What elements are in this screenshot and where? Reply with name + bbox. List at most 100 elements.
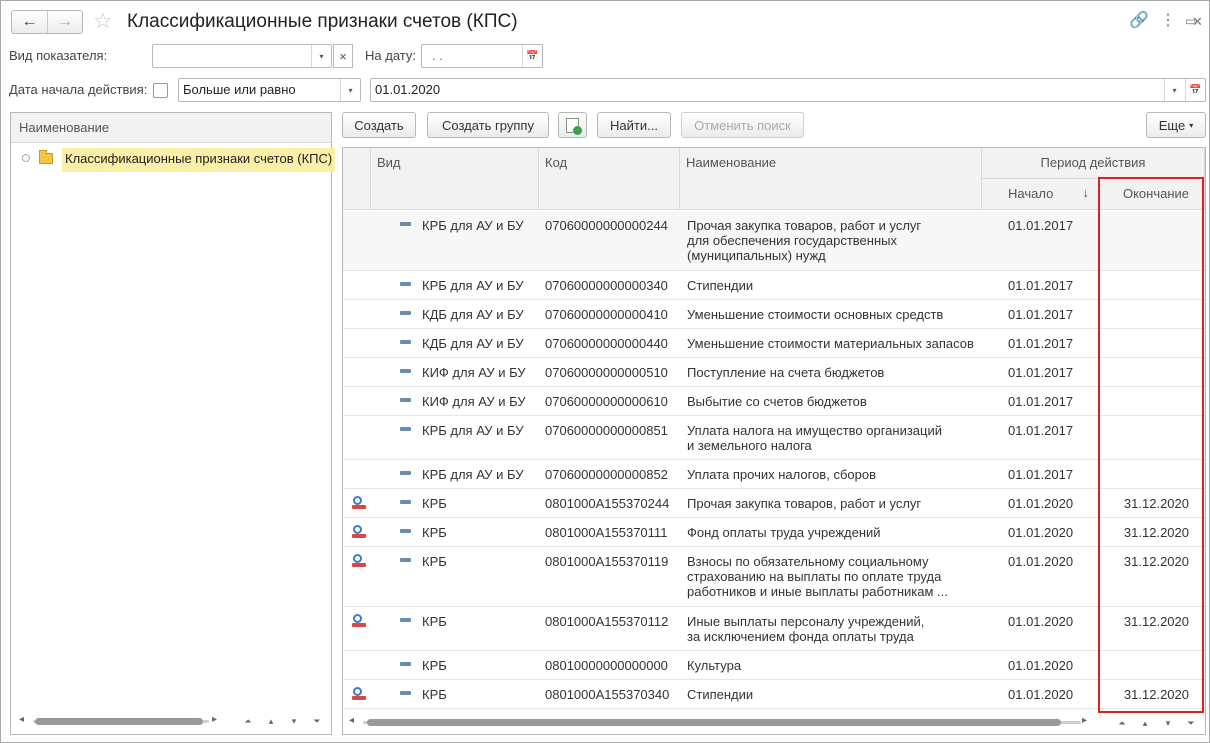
cell-kind: КРБ [422, 525, 447, 540]
scroll-left-icon[interactable]: ◂ [349, 715, 354, 726]
tree-node-radio-icon [22, 154, 30, 162]
cell-name: работников и иные выплаты работникам ... [687, 584, 948, 599]
scroll-down-button[interactable]: ▾ [283, 712, 305, 730]
column-header-name[interactable]: Наименование [680, 148, 982, 210]
condition-select[interactable]: Больше или равно ▾ [178, 78, 361, 102]
scroll-first-button[interactable]: ⏶ [1111, 714, 1133, 732]
scroll-left-icon[interactable]: ◂ [19, 714, 24, 725]
scroll-up-button[interactable]: ▴ [1134, 714, 1156, 732]
cell-kind: КРБ [422, 687, 447, 702]
calendar-icon[interactable]: 📅 [1185, 79, 1205, 101]
nav-button-group: ← → [11, 10, 83, 34]
scroll-first-icon: ⏶ [1118, 717, 1126, 728]
copy-doc-icon [566, 117, 582, 135]
left-horizontal-scrollbar[interactable]: ◂ ▸ [19, 713, 229, 729]
indicator-type-label: Вид показателя: [9, 48, 108, 63]
table-row[interactable]: КРБ 0801000А155370340 Стипендии 01.01.2020 3… [343, 680, 1205, 709]
scroll-down-button[interactable]: ▾ [1157, 714, 1179, 732]
scroll-right-icon[interactable]: ▸ [1082, 715, 1087, 726]
column-header-kind[interactable]: Вид [371, 148, 539, 210]
cancel-search-button[interactable]: Отменить поиск [681, 112, 804, 138]
cell-name: Стипендии [687, 687, 754, 702]
table-row[interactable]: КРБ для АУ и БУ 07060000000000340 Стипенди… [343, 271, 1205, 300]
scroll-thumb[interactable] [35, 718, 203, 725]
cell-code: 07060000000000852 [545, 467, 668, 482]
cell-name: Уплата прочих налогов, сборов [687, 467, 876, 482]
table-row[interactable]: КДБ для АУ и БУ 07060000000000440 Уменьшен… [343, 329, 1205, 358]
cell-start: 01.01.2020 [1008, 525, 1074, 540]
more-menu-icon[interactable]: ⋮ [1160, 11, 1176, 31]
scroll-down-icon: ▾ [1165, 717, 1171, 728]
favorite-star-icon[interactable]: ☆ [93, 9, 113, 33]
column-header-code[interactable]: Код [539, 148, 680, 210]
table-row[interactable]: КРБ 0801000А155370112 Иные выплаты персона… [343, 607, 1205, 651]
table-row[interactable]: КРБ для АУ и БУ 07060000000000851 Уплата н… [343, 416, 1205, 460]
table-row[interactable]: КИФ для АУ и БУ 07060000000000610 Выбытие … [343, 387, 1205, 416]
tree-item[interactable]: Классификационные признаки счетов (КПС) [11, 144, 336, 174]
element-marker-icon [400, 558, 411, 562]
cell-kind: КРБ для АУ и БУ [422, 218, 524, 233]
table-row[interactable]: КРБ 0801000А155370111 Фонд оплаты труда уч… [343, 518, 1205, 547]
chevron-down-icon[interactable]: ▾ [311, 45, 331, 67]
scroll-first-button[interactable]: ⏶ [237, 712, 259, 730]
cell-name: Иные выплаты персоналу учреждений, [687, 614, 925, 629]
table-horizontal-scrollbar[interactable]: ◂ ▸ [349, 714, 1094, 730]
cell-name: Поступление на счета бюджетов [687, 365, 885, 380]
cell-start: 01.01.2017 [1008, 218, 1074, 233]
link-icon[interactable]: 🔗 [1129, 11, 1149, 31]
start-date-label: Дата начала действия: [9, 82, 148, 97]
on-date-input[interactable]: . . 📅 [421, 44, 543, 68]
create-group-button[interactable]: Создать группу [427, 112, 549, 138]
scroll-thumb[interactable] [367, 719, 1061, 726]
calendar-icon[interactable]: 📅 [522, 45, 542, 67]
chevron-down-icon[interactable]: ▾ [340, 79, 360, 101]
cell-name: для обеспечения государственных [687, 233, 897, 248]
table-row[interactable]: КДБ для АУ и БУ 07060000000000410 Уменьшен… [343, 300, 1205, 329]
cell-name: Выбытие со счетов бюджетов [687, 394, 867, 409]
chevron-down-icon[interactable]: ▾ [1164, 79, 1184, 101]
clear-indicator-button[interactable]: × [333, 44, 353, 68]
start-date-checkbox[interactable] [153, 83, 168, 98]
scroll-up-button[interactable]: ▴ [260, 712, 282, 730]
start-date-input[interactable]: 01.01.2020 ▾ 📅 [370, 78, 1206, 102]
cell-start: 01.01.2017 [1008, 365, 1074, 380]
start-date-value: 01.01.2020 [375, 82, 441, 97]
cell-name: (муниципальных) нужд [687, 248, 826, 263]
forward-button[interactable]: → [46, 11, 82, 33]
indicator-type-select[interactable]: ▾ [152, 44, 332, 68]
cell-kind: КРБ [422, 496, 447, 511]
cell-kind: КИФ для АУ и БУ [422, 365, 526, 380]
table-row[interactable]: КРБ для АУ и БУ 07060000000000244 Прочая з… [343, 211, 1205, 271]
cell-start: 01.01.2017 [1008, 423, 1074, 438]
column-header-start-label: Начало [1008, 186, 1054, 201]
column-header-icon [343, 148, 371, 210]
cell-start: 01.01.2020 [1008, 658, 1074, 673]
column-header-start[interactable]: Начало ↓ [982, 179, 1100, 210]
sort-descending-icon: ↓ [1082, 185, 1090, 200]
table-row[interactable]: КИФ для АУ и БУ 07060000000000510 Поступле… [343, 358, 1205, 387]
cell-code: 07060000000000510 [545, 365, 668, 380]
cell-code: 0801000А155370340 [545, 687, 670, 702]
on-date-value: . . [432, 48, 443, 63]
condition-value: Больше или равно [183, 82, 296, 97]
scroll-last-button[interactable]: ⏷ [1180, 714, 1202, 732]
table-row[interactable]: КРБ 08010000000000000 Культура 01.01.2020 [343, 651, 1205, 680]
more-button[interactable]: Еще ▾ [1146, 112, 1206, 138]
on-date-label: На дату: [365, 48, 416, 63]
cell-start: 01.01.2020 [1008, 496, 1074, 511]
table-row[interactable]: КРБ 0801000А155370119 Взносы по обязательн… [343, 547, 1205, 607]
copy-button[interactable] [558, 112, 587, 138]
scroll-right-icon[interactable]: ▸ [212, 714, 217, 725]
element-marker-icon [400, 282, 411, 286]
table-row[interactable]: КРБ для АУ и БУ 07060000000000852 Уплата п… [343, 460, 1205, 489]
scroll-last-button[interactable]: ⏷ [306, 712, 328, 730]
row-status-icon [352, 496, 367, 510]
find-button[interactable]: Найти... [597, 112, 671, 138]
cell-kind: КИФ для АУ и БУ [422, 394, 526, 409]
cell-code: 07060000000000340 [545, 278, 668, 293]
table-row[interactable]: КРБ 0801000А155370244 Прочая закупка товар… [343, 489, 1205, 518]
back-button[interactable]: ← [12, 11, 47, 33]
close-icon[interactable]: ✕ [1192, 12, 1203, 32]
clear-icon: × [339, 48, 347, 64]
create-button[interactable]: Создать [342, 112, 416, 138]
